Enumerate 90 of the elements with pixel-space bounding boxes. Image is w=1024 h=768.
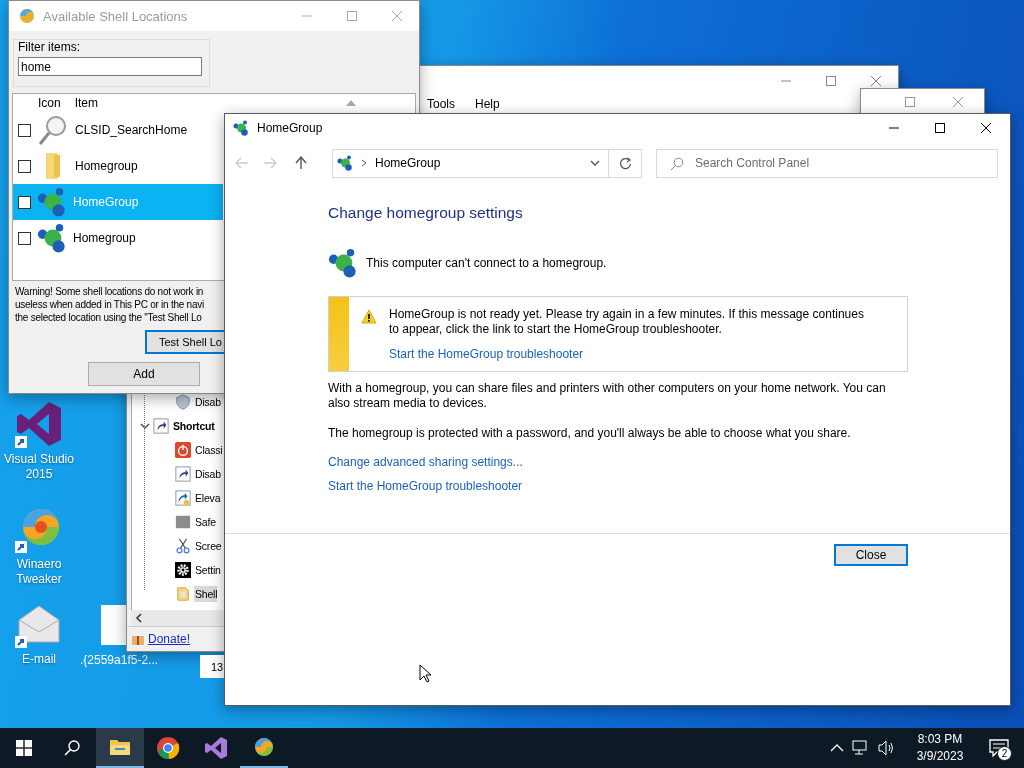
menu-item[interactable]: Help bbox=[475, 97, 500, 111]
network-icon[interactable] bbox=[852, 740, 870, 756]
donate-link[interactable]: Donate! bbox=[148, 632, 191, 646]
maximize-icon[interactable] bbox=[934, 122, 946, 134]
homegroup-icon bbox=[37, 223, 67, 253]
chrome-icon bbox=[156, 736, 180, 760]
windows-logo-icon[interactable] bbox=[16, 740, 32, 756]
status-text: This computer can't connect to a homegroup. bbox=[366, 256, 607, 270]
scissors-icon bbox=[175, 538, 191, 554]
shortcut-icon bbox=[175, 466, 191, 482]
list-row[interactable]: CLSID_SearchHome bbox=[13, 112, 223, 148]
checkbox[interactable] bbox=[18, 195, 31, 209]
warning-icon bbox=[361, 309, 377, 324]
notification-count: 2 bbox=[997, 746, 1012, 761]
checkbox[interactable] bbox=[18, 231, 31, 245]
settings-link[interactable]: Start the HomeGroup troubleshooter bbox=[328, 479, 523, 493]
tree-item[interactable]: Shortcut bbox=[172, 418, 215, 434]
description-text: The homegroup is protected with a password, and you'll always be able to choose what you share. bbox=[328, 426, 852, 441]
menu-item[interactable]: Tools bbox=[427, 97, 455, 111]
item-label: HomeGroup bbox=[73, 195, 139, 209]
close-icon[interactable] bbox=[980, 122, 992, 134]
search-icon bbox=[670, 156, 684, 171]
power-icon bbox=[175, 442, 191, 458]
magnifier-icon bbox=[37, 114, 69, 146]
checkbox[interactable] bbox=[18, 123, 31, 137]
elevated-shortcut-icon bbox=[175, 490, 191, 506]
visual-studio-icon bbox=[15, 400, 63, 448]
notification-icon[interactable] bbox=[989, 739, 1009, 757]
dropdown-icon[interactable] bbox=[590, 160, 600, 166]
warning-text: the selected location using the "Test Shell Lo bbox=[15, 311, 202, 324]
square-icon bbox=[175, 514, 191, 530]
tree-item[interactable]: Classi bbox=[194, 442, 223, 458]
chevron-right-icon bbox=[361, 159, 367, 167]
chevron-up-icon[interactable] bbox=[830, 744, 844, 752]
tree-item[interactable]: Eleva bbox=[194, 490, 221, 506]
window-title: Available Shell Locations bbox=[43, 8, 188, 24]
swirl-icon bbox=[252, 735, 276, 759]
troubleshooter-link[interactable]: Start the HomeGroup troubleshooter bbox=[389, 347, 584, 362]
up-icon[interactable] bbox=[295, 156, 307, 170]
taskbar-button[interactable] bbox=[96, 728, 144, 768]
scrollbar[interactable] bbox=[131, 610, 223, 626]
cursor-icon bbox=[419, 664, 431, 683]
close-button[interactable]: Close bbox=[834, 544, 908, 566]
item-label: Homegroup bbox=[75, 159, 138, 173]
refresh-icon[interactable] bbox=[618, 156, 632, 170]
homegroup-icon bbox=[233, 120, 249, 136]
clock[interactable]: 8:03 PM 3/9/2023 bbox=[904, 731, 976, 765]
gear-icon bbox=[175, 562, 191, 578]
tree-item[interactable]: Settin bbox=[194, 562, 221, 578]
filter-field[interactable]: home bbox=[18, 57, 202, 76]
text-box: 13 bbox=[200, 655, 224, 678]
homegroup-icon bbox=[328, 248, 358, 278]
search-field[interactable]: Search Control Panel bbox=[656, 148, 998, 178]
visual-studio-icon bbox=[204, 736, 228, 760]
tree-item[interactable]: Safe bbox=[194, 514, 216, 530]
list-row[interactable]: Homegroup bbox=[13, 148, 223, 184]
test-button[interactable]: Test Shell Lo bbox=[145, 330, 225, 354]
tree-item[interactable]: Disab bbox=[194, 466, 221, 482]
address-text: HomeGroup bbox=[375, 156, 442, 170]
scroll-left-icon[interactable] bbox=[135, 613, 143, 623]
description-text: With a homegroup, you can share files and printers with other computers on your home network. You can also stream media to devices. bbox=[328, 381, 887, 411]
field-label: Filter items: bbox=[18, 40, 81, 54]
homegroup-icon bbox=[337, 155, 353, 171]
folder-icon bbox=[175, 586, 191, 602]
search-icon[interactable] bbox=[64, 740, 80, 756]
shortcut-icon bbox=[153, 418, 169, 434]
chevron-down-icon[interactable] bbox=[140, 421, 150, 431]
list-row[interactable]: Homegroup bbox=[13, 220, 223, 256]
item-label: Homegroup bbox=[73, 231, 136, 245]
tree-item[interactable]: Shell bbox=[194, 586, 218, 602]
folder-icon bbox=[46, 153, 60, 179]
warning-text: useless when added in This PC or in the navi bbox=[15, 298, 204, 311]
swirl-icon bbox=[19, 8, 35, 24]
column-header[interactable]: Item bbox=[74, 96, 99, 110]
settings-link[interactable]: Change advanced sharing settings... bbox=[328, 455, 523, 469]
tree-item[interactable]: Disab bbox=[194, 394, 221, 410]
warning-message: HomeGroup is not ready yet. Please try again in a few minutes. If this message continues to appear, click the link to start the HomeGroup troubleshooter. bbox=[389, 307, 865, 337]
volume-icon[interactable] bbox=[878, 740, 896, 756]
address-bar[interactable]: HomeGroup bbox=[332, 148, 642, 178]
folder-icon bbox=[109, 738, 131, 756]
homegroup-icon bbox=[37, 187, 67, 217]
warning-text: Warning! Some shell locations do not work in bbox=[15, 285, 204, 298]
checkbox[interactable] bbox=[18, 159, 31, 173]
tree-item[interactable]: Scree bbox=[194, 538, 222, 554]
column-header[interactable]: Icon bbox=[38, 96, 61, 110]
window-title: HomeGroup bbox=[257, 121, 323, 135]
shield-icon bbox=[175, 394, 191, 410]
page-heading: Change homegroup settings bbox=[328, 204, 524, 222]
add-button[interactable]: Add bbox=[88, 362, 200, 386]
item-label: CLSID_SearchHome bbox=[75, 123, 188, 137]
